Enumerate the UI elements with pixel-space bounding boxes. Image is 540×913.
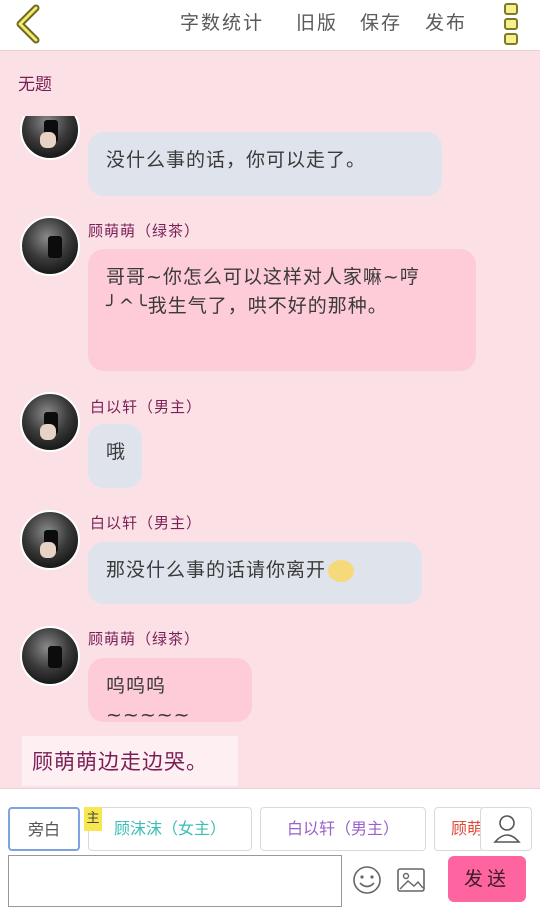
- message-bubble[interactable]: 哦: [88, 424, 142, 488]
- send-button[interactable]: 发送: [448, 856, 526, 902]
- message-bubble[interactable]: 没什么事的话，你可以走了。: [88, 132, 442, 196]
- avatar-male-lead[interactable]: [20, 116, 80, 160]
- chat-area[interactable]: 没什么事的话，你可以走了。 顾萌萌（绿茶） 哥哥~你怎么可以这样对人家嘛~哼╯^…: [0, 116, 540, 788]
- avatar-male-lead[interactable]: [20, 510, 80, 570]
- role-male-lead-button[interactable]: 白以轩（男主）: [260, 807, 426, 851]
- more-menu-icon[interactable]: [500, 2, 522, 45]
- image-icon[interactable]: [396, 867, 426, 893]
- message-bubble[interactable]: 那没什么事的话请你离开: [88, 542, 422, 604]
- message-bubble[interactable]: 呜呜呜~~~~~: [88, 658, 252, 726]
- role-female-lead-button[interactable]: 顾沫沫（女主）: [88, 807, 252, 851]
- avatar-green-tea[interactable]: [20, 216, 80, 276]
- avatar-male-lead[interactable]: [20, 392, 80, 452]
- word-count-button[interactable]: 字数统计: [180, 8, 264, 35]
- role-partial-button[interactable]: 顾萌: [434, 807, 484, 851]
- main-character-badge: 主: [84, 807, 102, 831]
- smiley-emoji-icon[interactable]: [352, 865, 382, 895]
- message-input[interactable]: [8, 855, 342, 907]
- speaker-name: 顾萌萌（绿茶）: [88, 222, 201, 240]
- narration-bubble[interactable]: 顾萌萌边走边哭。: [22, 736, 238, 786]
- story-title[interactable]: 无题: [18, 70, 52, 95]
- back-arrow-icon[interactable]: [12, 4, 46, 44]
- message-bubble[interactable]: 哥哥~你怎么可以这样对人家嘛~哼╯^╰我生气了，哄不好的那种。: [88, 249, 476, 371]
- publish-button[interactable]: 发布: [425, 8, 467, 35]
- save-button[interactable]: 保存: [360, 8, 402, 35]
- role-narrator-button[interactable]: 旁白: [8, 807, 80, 851]
- smirk-emoji-icon: [328, 559, 355, 582]
- old-version-button[interactable]: 旧版: [296, 8, 338, 35]
- avatar-green-tea[interactable]: [20, 626, 80, 686]
- speaker-name: 白以轩（男主）: [90, 398, 203, 416]
- person-icon[interactable]: [480, 807, 532, 851]
- top-bar: 字数统计 旧版 保存 发布: [0, 0, 540, 51]
- speaker-name: 白以轩（男主）: [90, 514, 203, 532]
- compose-panel: 旁白 顾沫沫（女主） 主 白以轩（男主） 顾萌 发送: [0, 788, 540, 913]
- speaker-name: 顾萌萌（绿茶）: [88, 630, 201, 648]
- message-text: 那没什么事的话请你离开: [106, 559, 327, 581]
